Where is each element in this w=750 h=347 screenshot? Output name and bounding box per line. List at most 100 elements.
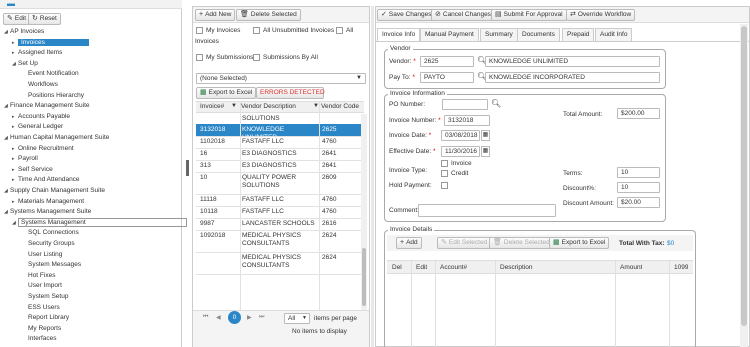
sidebar-item[interactable]: ◢ Supply Chain Management Suite: [4, 187, 105, 194]
pane-splitter-right[interactable]: [371, 6, 374, 347]
sidebar-item[interactable]: Event Notification: [22, 70, 79, 77]
all-checkbox[interactable]: [336, 27, 343, 34]
search-icon[interactable]: 🔍︎: [491, 99, 501, 108]
sidebar-item[interactable]: Positions Hierarchy: [22, 92, 84, 99]
sidebar-item[interactable]: ▸ Self Service: [12, 166, 53, 173]
last-page-icon[interactable]: ⏭: [259, 314, 264, 321]
details-export-button[interactable]: ▦ Export to Excel: [549, 237, 610, 249]
add-new-button[interactable]: + Add New: [195, 9, 236, 21]
sidebar-item[interactable]: System Setup: [22, 293, 68, 300]
filter-submissions-by-all[interactable]: Submissions By All: [253, 54, 318, 61]
column-header-vendor-code[interactable]: Vendor Code: [321, 103, 361, 111]
table-row[interactable]: 3132018 KNOWLEDGE UNLIMITED 2625: [196, 124, 361, 141]
delete-selected-button[interactable]: 🗑 Delete Selected: [236, 9, 301, 21]
sidebar-item[interactable]: ▸ Assigned Items: [12, 49, 62, 56]
invoice-type-credit-option[interactable]: Credit: [441, 170, 468, 177]
details-col-description[interactable]: Description: [500, 264, 533, 272]
sidebar-item[interactable]: ◢ Human Capital Management Suite: [4, 134, 109, 141]
sidebar-item[interactable]: ▸ Payroll: [12, 155, 38, 162]
submissions-by-all-checkbox[interactable]: [253, 54, 260, 61]
effective-date-field[interactable]: 11/30/2016: [441, 146, 480, 157]
sidebar-item[interactable]: ◢ Finance Management Suite: [4, 102, 90, 109]
tab-documents[interactable]: Documents: [517, 28, 560, 41]
table-row[interactable]: MEDICAL PHYSICS CONSULTANTS 2624: [196, 252, 361, 274]
sidebar-item[interactable]: ESS Users: [22, 304, 60, 311]
sidebar-item[interactable]: Security Groups: [22, 240, 75, 247]
po-number-field[interactable]: [442, 99, 488, 110]
grid-scrollbar-thumb[interactable]: [362, 248, 366, 306]
table-row[interactable]: 16 E3 DIAGNOSTICS 2641: [196, 148, 361, 160]
sidebar-item[interactable]: User Listing: [22, 251, 62, 258]
details-col-del[interactable]: Del: [392, 264, 402, 272]
invoice-type-invoice-option[interactable]: Invoice: [441, 160, 472, 167]
table-row[interactable]: 10 QUALITY POWER SOLUTIONS 2609: [196, 172, 361, 194]
table-row[interactable]: 1092018 MEDICAL PHYSICS CONSULTANTS 2624: [196, 230, 361, 252]
total-amount-field[interactable]: $200.00: [617, 108, 660, 119]
tab-manual-payment[interactable]: Manual Payment: [420, 28, 479, 41]
my-submissions-checkbox[interactable]: [196, 54, 203, 61]
sidebar-item[interactable]: System Messages: [22, 261, 81, 268]
table-row[interactable]: SOLUTIONS: [196, 113, 361, 124]
sidebar-item[interactable]: Hot Fixes: [22, 272, 55, 279]
terms-field[interactable]: 10: [617, 167, 660, 178]
table-row[interactable]: 9987 LANCASTER SCHOOLS 2616: [196, 218, 361, 230]
reset-button[interactable]: ↻ Reset: [28, 13, 61, 25]
errors-detected-badge[interactable]: ERRORS DETECTED: [256, 87, 325, 99]
details-col-edit[interactable]: Edit: [416, 264, 427, 272]
all-unsubmitted-checkbox[interactable]: [253, 27, 260, 34]
filter-my-submissions[interactable]: My Submissions: [196, 54, 253, 61]
filter-dropdown[interactable]: (None Selected) ▼: [196, 73, 366, 84]
tab-audit-info[interactable]: Audit Info: [595, 28, 633, 41]
filter-all[interactable]: All: [336, 27, 353, 34]
payto-code-field[interactable]: PAYTO: [420, 72, 474, 83]
comment-field[interactable]: [418, 204, 556, 217]
next-page-icon[interactable]: ▶: [247, 314, 252, 321]
export-excel-button[interactable]: ▦ Export to Excel: [196, 87, 257, 99]
sidebar-item[interactable]: ▸ Invoices: [12, 38, 89, 46]
sidebar-item[interactable]: ▸ General Ledger: [12, 123, 63, 130]
save-changes-button[interactable]: ✓ Save Changes: [377, 9, 436, 21]
cancel-changes-button[interactable]: ⊘ Cancel Changes: [431, 9, 495, 21]
details-edit-selected-button[interactable]: ✎ Edit Selected: [437, 237, 492, 249]
details-col-account[interactable]: Account#: [440, 264, 467, 272]
calendar-icon[interactable]: ▦: [481, 130, 490, 141]
details-col-amount[interactable]: Amount: [620, 264, 642, 272]
details-col-1099[interactable]: 1099: [674, 264, 688, 272]
table-row[interactable]: 313 E3 DIAGNOSTICS 2641: [196, 160, 361, 172]
override-workflow-button[interactable]: ⇄ Override Workflow: [566, 9, 636, 21]
my-invoices-checkbox[interactable]: [196, 27, 203, 34]
discount-amount-field[interactable]: $20.00: [617, 197, 660, 208]
first-page-icon[interactable]: ⏮: [203, 314, 208, 321]
sidebar-item[interactable]: SQL Connections: [22, 229, 79, 236]
table-row[interactable]: 11118 FASTAFF LLC 4760: [196, 194, 361, 206]
sidebar-item[interactable]: ◢ Systems Management Suite: [4, 208, 91, 215]
table-row[interactable]: 10118 FASTAFF LLC 4760: [196, 206, 361, 218]
tab-summary[interactable]: Summary: [480, 28, 518, 41]
invoice-number-field[interactable]: 3132018: [444, 115, 490, 126]
submit-approval-button[interactable]: ▤ Submit For Approval: [491, 9, 567, 21]
invoice-type-credit-checkbox[interactable]: [441, 170, 448, 177]
invoice-date-field[interactable]: 03/08/2018: [441, 130, 480, 141]
tab-invoice-info[interactable]: Invoice Info: [377, 28, 421, 42]
invoice-type-invoice-checkbox[interactable]: [441, 160, 448, 167]
calendar-icon[interactable]: ▦: [481, 146, 490, 157]
sidebar-item[interactable]: Interfaces: [22, 335, 57, 342]
filter-my-invoices[interactable]: My Invoices: [196, 27, 240, 34]
sidebar-item[interactable]: ▸ Accounts Payable: [12, 113, 70, 120]
pane-splitter-left[interactable]: [186, 160, 189, 176]
sidebar-item[interactable]: ◢ AP Invoices: [4, 28, 44, 35]
minimize-icon[interactable]: ▬: [7, 0, 15, 8]
sidebar-item[interactable]: ◢ Set Up: [12, 60, 38, 67]
sidebar-item[interactable]: ▸ Online Recruitment: [12, 145, 74, 152]
sidebar-item[interactable]: ▸ Materials Management: [12, 198, 84, 205]
prev-page-icon[interactable]: ◀: [216, 314, 221, 321]
detail-scrollbar-thumb[interactable]: [741, 26, 747, 326]
sidebar-item[interactable]: ▸ Time And Attendance: [12, 176, 80, 183]
sidebar-item[interactable]: Workflows: [22, 81, 58, 88]
table-row[interactable]: 1102018 FASTAFF LLC 4760: [196, 136, 361, 148]
sidebar-item[interactable]: ◢ Systems Management: [12, 217, 187, 227]
page-size-select[interactable]: All ▼: [284, 313, 310, 324]
sidebar-item[interactable]: My Reports: [22, 325, 61, 332]
filter-icon[interactable]: ▼: [231, 103, 237, 109]
tab-prepaid[interactable]: Prepaid: [562, 28, 595, 41]
